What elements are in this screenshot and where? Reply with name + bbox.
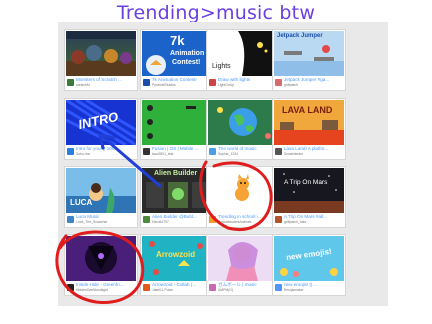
thumb-text: Lights <box>212 63 231 70</box>
project-author[interactable]: taco0801_test <box>152 152 212 156</box>
author-avatar[interactable] <box>275 148 282 155</box>
project-thumbnail[interactable]: new emojis! <box>274 236 344 281</box>
author-avatar[interactable] <box>209 216 216 223</box>
project-card[interactable]: Monsters of Scratch ... scratchM <box>64 29 138 91</box>
thumb-text: 7k <box>170 33 185 48</box>
project-thumbnail[interactable]: LAVA LAND <box>274 100 344 145</box>
project-card[interactable]: new emojis! new emojis! || ... Emojismak… <box>272 234 346 296</box>
project-card[interactable]: INTRO Intro for you! || 100... Sobu-ma <box>64 98 138 160</box>
project-card[interactable]: Alien Builder Alien Builder @Bubl... Her… <box>140 166 214 228</box>
project-author[interactable]: Emojismaker <box>284 288 344 292</box>
project-title[interactable]: Trending in school i... <box>218 214 278 219</box>
project-author[interactable]: LightOnUp <box>218 83 278 87</box>
project-title[interactable]: Lava Land! A platfor... <box>284 146 344 151</box>
project-thumbnail[interactable] <box>66 236 136 281</box>
project-card[interactable]: Jetpack Jumper Jetpack Jumper #ga... gri… <box>272 29 346 91</box>
project-author[interactable]: Sophie_1234 <box>218 152 278 156</box>
project-author[interactable]: Sobu-ma <box>76 152 136 156</box>
project-card[interactable]: Arrowzoid Arrowzoid - Collab (... JakeK1… <box>140 234 214 296</box>
author-avatar[interactable] <box>143 79 150 86</box>
page-title: Trending>music btw <box>116 2 316 24</box>
thumb-text: Contest! <box>172 59 201 66</box>
project-title[interactable]: The world of music <box>218 146 278 151</box>
author-avatar[interactable] <box>275 216 282 223</box>
project-card[interactable]: ガムボール | music AMPM(G) <box>206 234 280 296</box>
author-avatar[interactable] <box>143 284 150 291</box>
project-author[interactable]: griffpatch <box>284 83 344 87</box>
project-thumbnail[interactable]: Lights <box>208 31 278 76</box>
author-avatar[interactable] <box>275 79 282 86</box>
thumb-text: A Trip On Mars <box>284 179 328 186</box>
thumb-text: Arrowzoid <box>156 250 196 259</box>
project-card[interactable]: LUCA Luca Music Luca_The_Scratcher <box>64 166 138 228</box>
project-title[interactable]: 7k Animation Contest! <box>152 77 212 82</box>
project-title[interactable]: Inside Hide - Greenfri... <box>76 282 136 287</box>
project-author[interactable]: scratchM <box>76 83 136 87</box>
author-avatar[interactable] <box>143 148 150 155</box>
project-thumbnail[interactable]: Arrowzoid <box>142 236 212 281</box>
project-grid: Monsters of Scratch ... scratchM 7k Anim… <box>58 22 388 306</box>
project-title[interactable]: Draw with lights <box>218 77 278 82</box>
project-card[interactable]: Inside Hide - Greenfri... HiddenOneMoonl… <box>64 234 138 296</box>
project-thumbnail[interactable]: Jetpack Jumper <box>274 31 344 76</box>
project-author[interactable]: AMPM(G) <box>218 288 278 292</box>
project-title[interactable]: Monsters of Scratch ... <box>76 77 136 82</box>
project-title[interactable]: Fusion | OS | Mobile ... <box>152 146 212 151</box>
project-author[interactable]: Luca_The_Scratcher <box>76 220 136 224</box>
thumb-text: Alien Builder <box>154 170 198 177</box>
project-title[interactable]: Arrowzoid - Collab (... <box>152 282 212 287</box>
project-thumbnail[interactable]: A Trip On Mars <box>274 168 344 213</box>
project-thumbnail[interactable]: 7k Animation Contest! <box>142 31 212 76</box>
project-author[interactable]: PyramidStudios <box>152 83 212 87</box>
project-author[interactable]: HiddenOneMoonlight <box>76 288 136 292</box>
thumb-text: Animation <box>170 50 205 57</box>
project-card[interactable]: Fusion | OS | Mobile ... taco0801_test <box>140 98 214 160</box>
author-avatar[interactable] <box>67 148 74 155</box>
project-title[interactable]: Alien Builder @Bubl... <box>152 214 212 219</box>
author-avatar[interactable] <box>67 216 74 223</box>
project-card[interactable]: 7k Animation Contest! 7k Animation Conte… <box>140 29 214 91</box>
thumb-text: Jetpack Jumper <box>277 33 323 39</box>
project-thumbnail[interactable] <box>208 100 278 145</box>
author-avatar[interactable] <box>143 216 150 223</box>
project-author[interactable]: SchoolstudentAnimals <box>218 220 278 224</box>
project-card[interactable]: Trending in school i... SchoolstudentAni… <box>206 166 280 228</box>
project-title[interactable]: Luca Music <box>76 214 136 219</box>
project-thumbnail[interactable]: Alien Builder <box>142 168 212 213</box>
author-avatar[interactable] <box>209 284 216 291</box>
author-avatar[interactable] <box>67 284 74 291</box>
project-author[interactable]: griffpatch_tutor <box>284 220 344 224</box>
project-card[interactable]: Lights Draw with lights LightOnUp <box>206 29 280 91</box>
project-thumbnail[interactable] <box>208 168 278 213</box>
thumb-text: LUCA <box>70 198 93 207</box>
project-title[interactable]: new emojis! || ... <box>284 282 344 287</box>
project-card[interactable]: The world of music Sophie_1234 <box>206 98 280 160</box>
author-avatar[interactable] <box>209 79 216 86</box>
project-thumbnail[interactable] <box>208 236 278 281</box>
project-author[interactable]: JakeK1-Pulse <box>152 288 212 292</box>
project-author[interactable]: Scratchteam <box>284 152 344 156</box>
project-card[interactable]: A Trip On Mars A Trip On Mars #all... gr… <box>272 166 346 228</box>
project-thumbnail[interactable]: LUCA <box>66 168 136 213</box>
project-author[interactable]: Hero64797 <box>152 220 212 224</box>
author-avatar[interactable] <box>275 284 282 291</box>
project-thumbnail[interactable]: INTRO <box>66 100 136 145</box>
project-title[interactable]: A Trip On Mars #all... <box>284 214 344 219</box>
author-avatar[interactable] <box>67 79 74 86</box>
author-avatar[interactable] <box>209 148 216 155</box>
project-card[interactable]: LAVA LAND Lava Land! A platfor... Scratc… <box>272 98 346 160</box>
project-thumbnail[interactable] <box>66 31 136 76</box>
project-thumbnail[interactable] <box>142 100 212 145</box>
project-title[interactable]: Jetpack Jumper #ga... <box>284 77 344 82</box>
thumb-text: LAVA LAND <box>282 105 333 115</box>
project-title[interactable]: Intro for you! || 100... <box>76 146 136 151</box>
